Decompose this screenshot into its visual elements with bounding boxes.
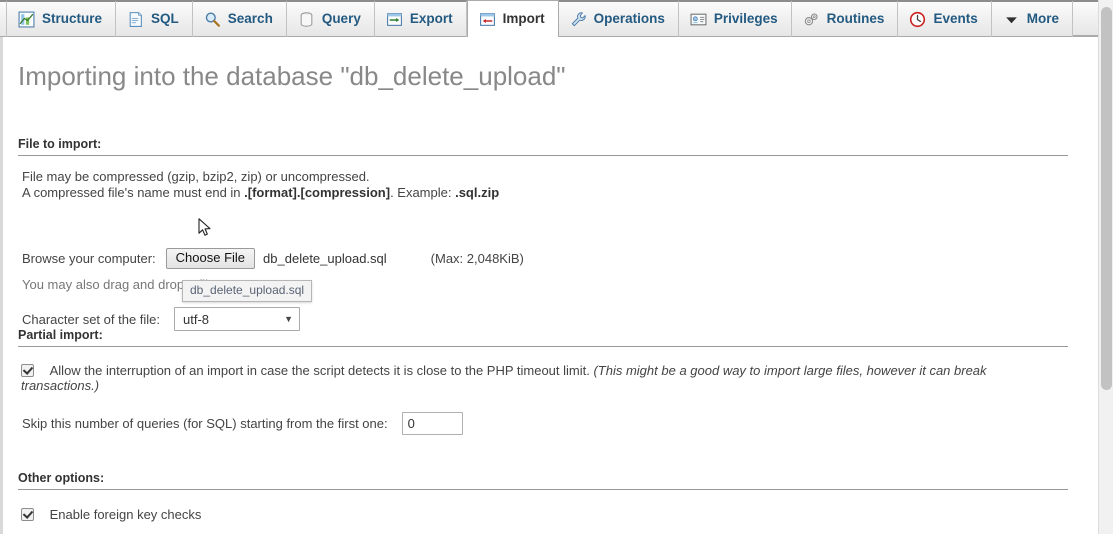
section-heading-partial-import: Partial import: bbox=[18, 328, 1068, 347]
wrench-icon bbox=[571, 11, 586, 26]
section-heading-other-options: Other options: bbox=[18, 471, 1068, 490]
allow-interruption-label: Allow the interruption of an import in c… bbox=[49, 363, 594, 378]
clock-icon bbox=[910, 11, 926, 27]
allow-interruption-row: Allow the interruption of an import in c… bbox=[21, 363, 1061, 393]
tab-import[interactable]: Import bbox=[466, 0, 559, 37]
tab-sql[interactable]: SQL bbox=[116, 1, 193, 37]
privileges-icon bbox=[690, 13, 707, 25]
browse-label: Browse your computer: bbox=[22, 251, 156, 266]
tab-privileges[interactable]: Privileges bbox=[679, 1, 792, 37]
sql-icon bbox=[129, 11, 142, 27]
compression-note-line-1: File may be compressed (gzip, bzip2, zip… bbox=[22, 169, 370, 184]
tab-events[interactable]: Events bbox=[898, 1, 992, 37]
file-chooser-row: Browse your computer: Choose File db_del… bbox=[22, 248, 524, 269]
browser-viewport: Structure SQL Search Query Export Import… bbox=[0, 0, 1098, 534]
tab-structure-label: Structure bbox=[42, 11, 103, 27]
charset-selected-value: utf-8 bbox=[183, 311, 210, 327]
navigation-tab-bar: Structure SQL Search Query Export Import… bbox=[0, 0, 1098, 37]
tab-bar-filler bbox=[1072, 0, 1098, 36]
page-title: Importing into the database "db_delete_u… bbox=[18, 61, 566, 91]
compression-note-line-2: A compressed file's name must end in .[f… bbox=[22, 185, 499, 200]
compression-note-format: .[format].[compression] bbox=[244, 185, 391, 200]
skip-queries-input[interactable] bbox=[401, 412, 463, 435]
tab-import-label: Import bbox=[502, 11, 545, 27]
tab-search-label: Search bbox=[227, 11, 273, 27]
search-icon bbox=[205, 12, 220, 27]
compression-note-example: .sql.zip bbox=[455, 185, 500, 200]
query-icon bbox=[300, 11, 313, 27]
chevron-down-icon: ▼ bbox=[284, 313, 293, 324]
foreign-key-checks-checkbox[interactable] bbox=[21, 508, 34, 521]
tab-export-label: Export bbox=[409, 11, 453, 27]
tab-operations[interactable]: Operations bbox=[559, 1, 679, 37]
compression-note-middle: . Example: bbox=[390, 185, 456, 200]
file-name-tooltip: db_delete_upload.sql bbox=[182, 280, 313, 302]
foreign-key-row: Enable foreign key checks bbox=[21, 507, 201, 522]
allow-interruption-checkbox[interactable] bbox=[21, 364, 34, 377]
tab-more-label: More bbox=[1026, 11, 1059, 27]
export-icon bbox=[386, 12, 402, 26]
choose-file-button[interactable]: Choose File bbox=[165, 248, 256, 269]
section-heading-file-to-import: File to import: bbox=[18, 137, 1068, 156]
vertical-scrollbar[interactable] bbox=[1098, 0, 1113, 534]
tab-structure[interactable]: Structure bbox=[6, 1, 117, 37]
tab-export[interactable]: Export bbox=[375, 1, 467, 37]
skip-queries-label: Skip this number of queries (for SQL) st… bbox=[22, 416, 388, 431]
scrollbar-thumb[interactable] bbox=[1101, 7, 1112, 390]
import-form-content: Importing into the database "db_delete_u… bbox=[0, 37, 1098, 534]
tab-query[interactable]: Query bbox=[287, 1, 375, 37]
tab-query-label: Query bbox=[321, 11, 361, 27]
skip-queries-row: Skip this number of queries (for SQL) st… bbox=[22, 412, 463, 435]
chevron-down-icon bbox=[1005, 16, 1017, 23]
max-upload-size: (Max: 2,048KiB) bbox=[430, 251, 524, 266]
tab-operations-label: Operations bbox=[593, 11, 665, 27]
routines-icon bbox=[804, 12, 818, 25]
tab-routines[interactable]: Routines bbox=[792, 1, 899, 37]
tab-more[interactable]: More bbox=[992, 1, 1073, 37]
tab-sql-label: SQL bbox=[151, 11, 179, 27]
foreign-key-checks-label: Enable foreign key checks bbox=[49, 507, 202, 522]
import-icon bbox=[479, 12, 495, 26]
charset-label: Character set of the file: bbox=[22, 311, 161, 327]
tab-events-label: Events bbox=[933, 11, 978, 27]
tab-routines-label: Routines bbox=[826, 11, 885, 27]
tab-privileges-label: Privileges bbox=[713, 11, 778, 27]
compression-note-prefix: A compressed file's name must end in bbox=[22, 185, 245, 200]
structure-icon bbox=[18, 11, 35, 27]
tab-search[interactable]: Search bbox=[193, 1, 287, 37]
selected-file-name: db_delete_upload.sql bbox=[263, 251, 387, 266]
